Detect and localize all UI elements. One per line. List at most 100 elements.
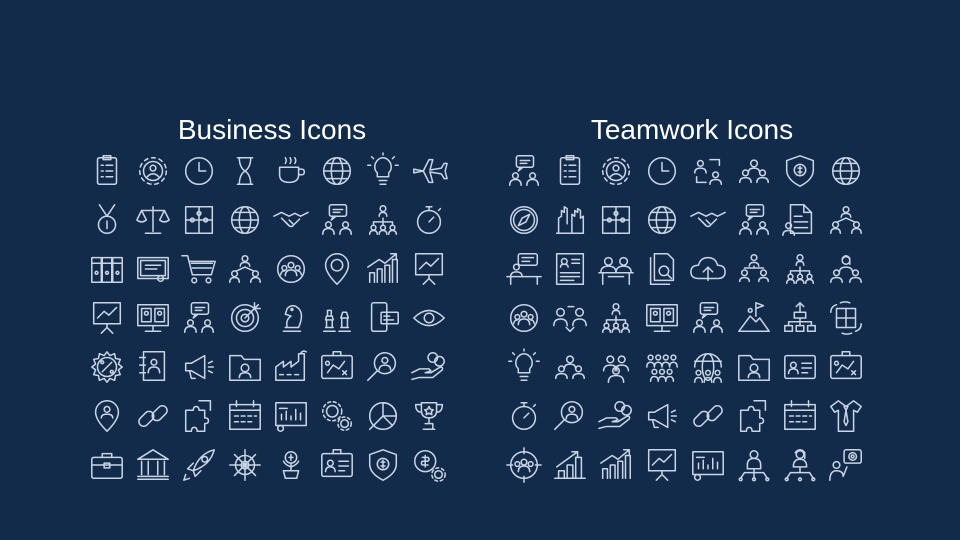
hourglass-icon	[226, 152, 264, 190]
team-circle-icon	[272, 250, 310, 288]
target-team-icon	[505, 446, 543, 484]
magnifier-person-icon	[364, 348, 402, 386]
presenter-chart-icon	[88, 299, 126, 337]
calendar-icon	[781, 397, 819, 435]
strategy-board-icon	[827, 348, 865, 386]
factory-icon	[272, 348, 310, 386]
slide: Business Icons Teamwork Icons	[0, 0, 960, 540]
compass-icon	[505, 201, 543, 239]
shield-dollar-icon	[364, 446, 402, 484]
growth-chart-icon	[597, 446, 635, 484]
id-badge-icon	[781, 348, 819, 386]
gear-person-icon	[597, 152, 635, 190]
chat-people-icon	[318, 201, 356, 239]
gear-person-icon	[134, 152, 172, 190]
puzzle-hands-icon	[827, 299, 865, 337]
hand-coins-icon	[410, 348, 448, 386]
teamwork-icons-title: Teamwork Icons	[590, 114, 794, 145]
group-people-icon	[597, 348, 635, 386]
hands-raised-icon	[551, 201, 589, 239]
shield-person-icon	[781, 152, 819, 190]
business-icon-grid	[88, 152, 448, 484]
target-icon	[226, 299, 264, 337]
location-person-icon	[88, 397, 126, 435]
chess-pieces-icon	[318, 299, 356, 337]
ship-wheel-icon	[226, 446, 264, 484]
desk-chat-icon	[505, 250, 543, 288]
address-book-icon	[134, 348, 172, 386]
handshake-icon	[272, 201, 310, 239]
plant-dollar-icon	[272, 446, 310, 484]
presentation-easel-icon	[643, 446, 681, 484]
globe-arrows-icon	[226, 201, 264, 239]
lightbulb-idea-icon	[505, 348, 543, 386]
scales-icon	[134, 201, 172, 239]
org-chart-people-icon	[364, 201, 402, 239]
megaphone-icon	[643, 397, 681, 435]
hierarchy-arrows-icon	[781, 299, 819, 337]
team-people-icon	[551, 348, 589, 386]
location-dollar-icon	[318, 250, 356, 288]
radar-pie-icon	[364, 397, 402, 435]
puzzle-icon	[180, 201, 218, 239]
puzzle-icon	[597, 201, 635, 239]
team-structure-icon	[735, 250, 773, 288]
person-idea-icon	[689, 299, 727, 337]
medal-icon	[88, 201, 126, 239]
puzzle-pieces-icon	[180, 397, 218, 435]
presentation-easel-icon	[410, 250, 448, 288]
globe-arrows-icon	[643, 201, 681, 239]
team-women-icon	[827, 250, 865, 288]
dollar-gears-icon	[410, 446, 448, 484]
meeting-people-icon	[597, 250, 635, 288]
shopping-cart-icon	[180, 250, 218, 288]
business-icons-title: Business Icons	[177, 114, 367, 145]
calendar-gear-icon	[226, 397, 264, 435]
people-transfer-icon	[551, 299, 589, 337]
stopwatch-icon	[505, 397, 543, 435]
person-idea-icon	[505, 152, 543, 190]
documents-search-icon	[643, 250, 681, 288]
people-exchange-icon	[689, 152, 727, 190]
cloud-upload-icon	[689, 250, 727, 288]
handshake-icon	[689, 201, 727, 239]
person-idea-icon	[180, 299, 218, 337]
clock-icon	[643, 152, 681, 190]
strategy-board-icon	[318, 348, 356, 386]
summit-flag-icon	[735, 299, 773, 337]
clipboard-checklist-icon	[88, 152, 126, 190]
eye-icon	[410, 299, 448, 337]
crowd-icon	[643, 348, 681, 386]
mobile-card-icon	[364, 299, 402, 337]
percent-badge-icon	[88, 348, 126, 386]
network-people-icon	[226, 250, 264, 288]
video-conference-icon	[643, 299, 681, 337]
clipboard-checklist-icon	[551, 152, 589, 190]
woman-network-icon	[781, 446, 819, 484]
globe-person-icon	[318, 152, 356, 190]
coffee-cup-icon	[272, 152, 310, 190]
certificate-icon	[134, 250, 172, 288]
document-person-icon	[781, 201, 819, 239]
dashboard-chart-icon	[272, 397, 310, 435]
presenter-target-icon	[827, 446, 865, 484]
chain-link-icon	[689, 397, 727, 435]
chess-knight-icon	[272, 299, 310, 337]
resume-icon	[551, 250, 589, 288]
org-chart-people-icon	[597, 299, 635, 337]
dashboard-chart-icon	[689, 446, 727, 484]
id-card-icon	[318, 446, 356, 484]
airplane-icon	[410, 152, 448, 190]
rocket-icon	[180, 446, 218, 484]
gears-icon	[318, 397, 356, 435]
teamwork-icon-grid	[505, 152, 865, 484]
globe-people-icon	[689, 348, 727, 386]
magnifier-person-icon	[551, 397, 589, 435]
binders-icon	[88, 250, 126, 288]
stopwatch-icon	[410, 201, 448, 239]
clock-icon	[180, 152, 218, 190]
growth-bars-icon	[551, 446, 589, 484]
bank-icon	[134, 446, 172, 484]
globe-person-icon	[827, 152, 865, 190]
network-people-icon	[827, 201, 865, 239]
